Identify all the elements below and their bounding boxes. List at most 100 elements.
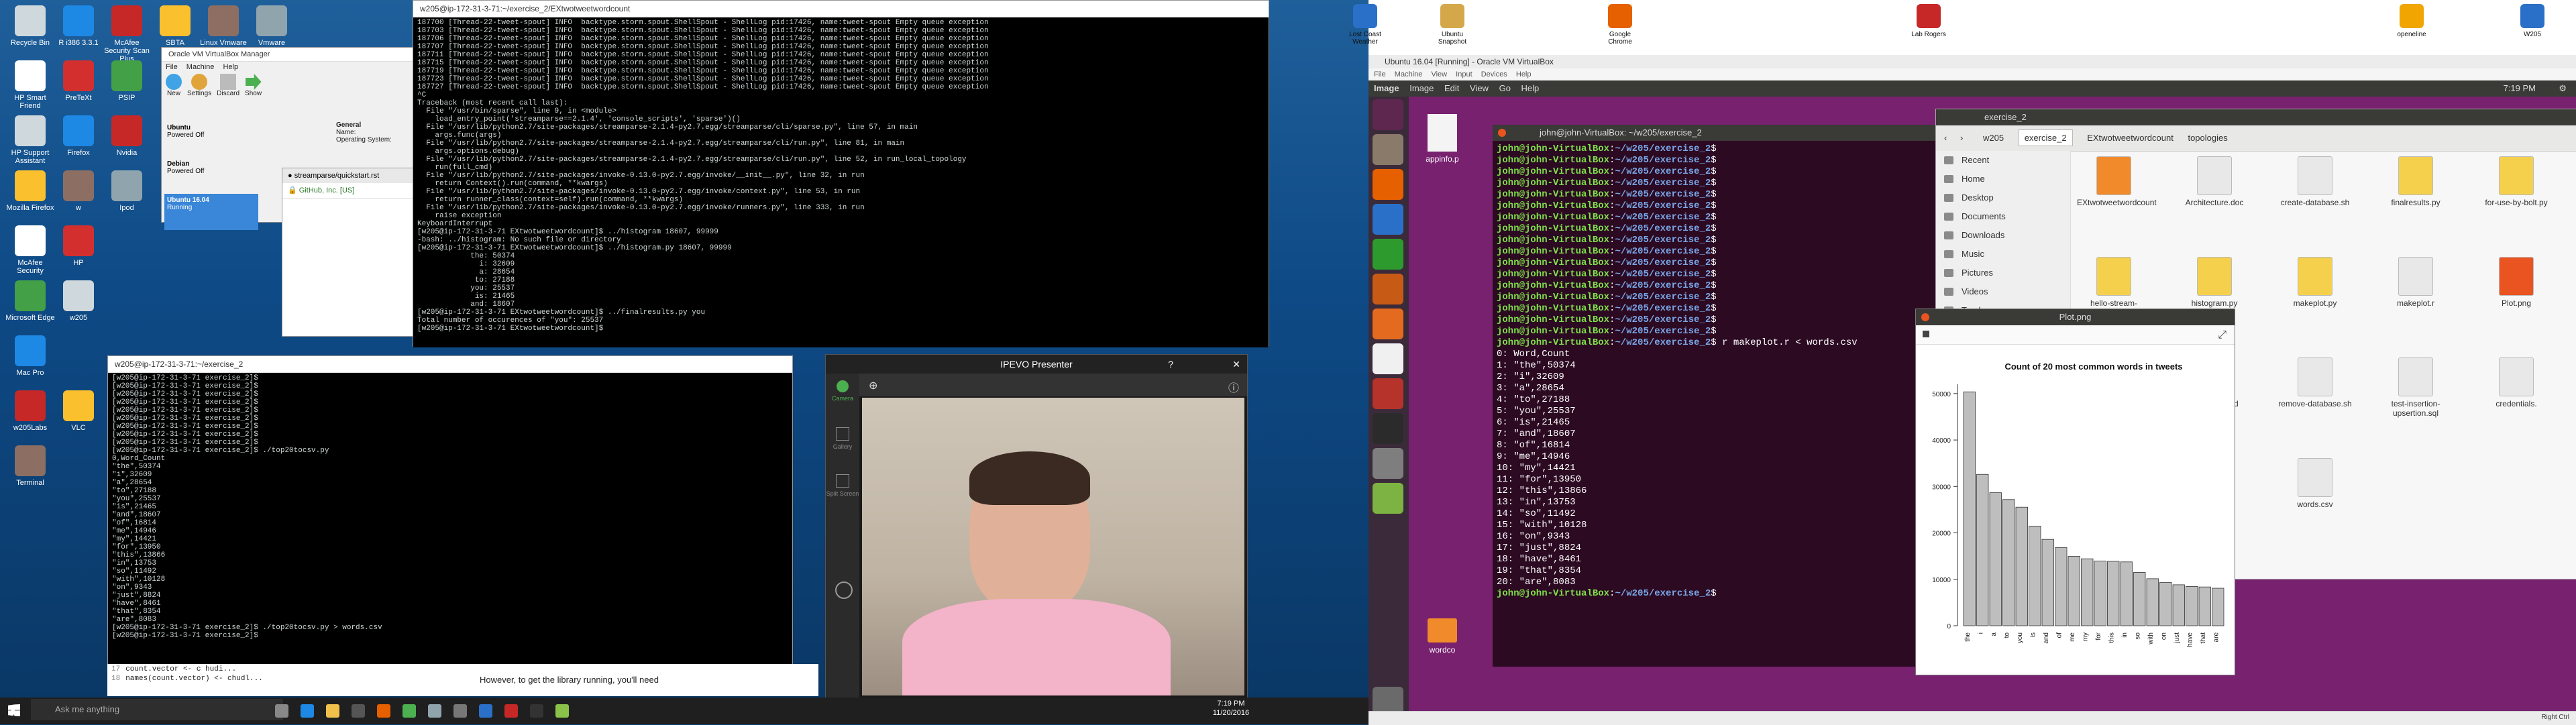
settings-icon[interactable] bbox=[835, 581, 853, 599]
split-screen-tab[interactable]: Split Screen bbox=[826, 467, 859, 514]
sidebar-place[interactable]: Videos bbox=[1936, 282, 2070, 301]
back-icon[interactable]: ‹ bbox=[1944, 125, 1947, 151]
chrome-icon[interactable] bbox=[402, 704, 416, 718]
power-icon[interactable]: ⚙ bbox=[2559, 80, 2567, 97]
text-editor-icon[interactable] bbox=[1373, 448, 1403, 479]
desktop-icon[interactable]: McAfee Security bbox=[4, 225, 56, 275]
ubuntu-terminal-window[interactable]: john@john-VirtualBox: ~/w205/exercise_2 … bbox=[1493, 125, 1935, 667]
menu-file[interactable]: File bbox=[166, 63, 178, 71]
desktop-icon[interactable]: McAfee Security Scan Plus bbox=[101, 5, 153, 63]
file-item[interactable]: create-database.sh bbox=[2278, 156, 2352, 207]
app-menu-help[interactable]: Help bbox=[1521, 83, 1540, 93]
forward-icon[interactable]: › bbox=[1960, 125, 1963, 151]
search-box[interactable]: Ask me anything bbox=[31, 699, 283, 720]
ipevo-icon[interactable] bbox=[555, 704, 569, 718]
path-w205[interactable]: w205 bbox=[1983, 133, 2004, 143]
impress-icon[interactable] bbox=[1373, 274, 1403, 304]
path-exercise-2[interactable]: exercise_2 bbox=[2018, 129, 2073, 146]
writer-icon[interactable] bbox=[1373, 204, 1403, 235]
desktop-icon[interactable]: Google Chrome bbox=[1597, 4, 1644, 46]
help-icon[interactable]: ? bbox=[1168, 355, 1173, 374]
dash-icon[interactable] bbox=[1373, 99, 1403, 130]
settings-button[interactable]: Settings bbox=[187, 74, 211, 97]
gallery-tab[interactable]: Gallery bbox=[826, 421, 859, 467]
new-button[interactable]: New bbox=[166, 74, 182, 97]
camera-tab[interactable]: Camera bbox=[826, 374, 859, 421]
vm-menu-file[interactable]: File bbox=[1374, 70, 1386, 78]
software-icon[interactable] bbox=[1373, 309, 1403, 339]
file-item[interactable]: remove-database.sh bbox=[2278, 357, 2352, 408]
firefox-icon[interactable] bbox=[377, 704, 390, 718]
menu-icon[interactable] bbox=[1923, 331, 1929, 337]
close-icon[interactable]: ✕ bbox=[1232, 355, 1240, 374]
taskbar-clock[interactable]: 7:19 PM 11/20/2016 bbox=[1208, 699, 1254, 718]
file-item[interactable]: Plot.png bbox=[2479, 257, 2553, 308]
ubuntu-terminal-output[interactable]: john@john-VirtualBox:~/w205/exercise_2$ … bbox=[1493, 141, 1935, 667]
store-icon[interactable] bbox=[352, 704, 365, 718]
file-explorer-icon[interactable] bbox=[326, 704, 339, 718]
system-settings-icon[interactable] bbox=[1373, 378, 1403, 409]
desktop-icon[interactable]: Linux Vmware bbox=[197, 5, 250, 47]
app-menu-edit[interactable]: Edit bbox=[1444, 83, 1459, 93]
file-item[interactable]: Architecture.doc bbox=[2178, 156, 2251, 207]
file-item[interactable]: test-insertion-upsertion.sql bbox=[2379, 357, 2453, 418]
file-item[interactable]: for-use-by-bolt.py bbox=[2479, 156, 2553, 207]
fullscreen-icon[interactable]: ⤢ bbox=[2218, 329, 2226, 341]
desktop-icon[interactable]: Lost Coast Weather bbox=[1342, 4, 1389, 46]
desktop-icon[interactable]: PSIP bbox=[101, 60, 153, 102]
firefox-icon[interactable] bbox=[1373, 169, 1403, 200]
vm-menu-input[interactable]: Input bbox=[1456, 70, 1472, 78]
zoom-in-icon[interactable]: ⊕ bbox=[869, 379, 877, 392]
app-menu-view[interactable]: View bbox=[1470, 83, 1489, 93]
file-item[interactable]: makeplot.r bbox=[2379, 257, 2453, 308]
sidebar-place[interactable]: Music bbox=[1936, 245, 2070, 264]
close-icon[interactable] bbox=[1921, 313, 1929, 321]
search-input[interactable]: Ask me anything bbox=[55, 704, 119, 714]
file-item[interactable]: histogram.py bbox=[2178, 257, 2251, 308]
file-item[interactable]: credentials. bbox=[2479, 357, 2553, 408]
terminal-icon[interactable] bbox=[1373, 413, 1403, 444]
terminal-icon[interactable] bbox=[530, 704, 543, 718]
edge-icon[interactable] bbox=[301, 704, 314, 718]
desktop-file[interactable]: appinfo.p bbox=[1422, 114, 1462, 164]
desktop-icon[interactable]: Mozilla Firefox bbox=[4, 170, 56, 212]
show-button[interactable]: Show bbox=[245, 74, 262, 97]
sidebar-place[interactable]: Home bbox=[1936, 170, 2070, 188]
settings-icon[interactable] bbox=[453, 704, 467, 718]
desktop-icon[interactable]: Terminal bbox=[4, 445, 56, 487]
vmware-icon[interactable] bbox=[428, 704, 441, 718]
desktop-icon[interactable]: w205 bbox=[52, 280, 105, 322]
plot-window[interactable]: Plot.png ⤢ Count of 20 most common words… bbox=[1915, 309, 2235, 675]
ipevo-window[interactable]: IPEVO Presenter ✕ ? Camera Gallery Split… bbox=[825, 354, 1248, 699]
desktop-icon[interactable]: HP Smart Friend bbox=[4, 60, 56, 110]
image-viewer-icon[interactable] bbox=[1373, 483, 1403, 514]
vm-menu-help[interactable]: Help bbox=[1516, 70, 1532, 78]
desktop-icon[interactable]: R i386 3.3.1 bbox=[52, 5, 105, 47]
sidebar-place[interactable]: Recent bbox=[1936, 151, 2070, 170]
calc-icon[interactable] bbox=[1373, 239, 1403, 270]
browser-window[interactable]: ● streamparse/quickstart.rst 🔒 GitHub, I… bbox=[282, 168, 417, 337]
sidebar-place[interactable]: Desktop bbox=[1936, 188, 2070, 207]
file-item[interactable]: words.csv bbox=[2278, 458, 2352, 509]
desktop-icon[interactable]: w bbox=[52, 170, 105, 212]
desktop-icon[interactable]: Ipod bbox=[101, 170, 153, 212]
file-item[interactable]: makeplot.py bbox=[2278, 257, 2352, 308]
top-terminal-window[interactable]: w205@ip-172-31-3-71:~/exercise_2/EXtwotw… bbox=[413, 0, 1269, 347]
desktop-icon[interactable]: HP Support Assistant bbox=[4, 115, 56, 165]
desktop-icon[interactable]: Nvidia bbox=[101, 115, 153, 157]
vm-item[interactable]: Ubuntu Powered Off bbox=[164, 121, 258, 158]
desktop-folder[interactable]: wordco bbox=[1422, 618, 1462, 655]
desktop-icon[interactable]: SBTA bbox=[149, 5, 201, 47]
desktop-icon[interactable]: W205 bbox=[2509, 4, 2556, 38]
desktop-icon[interactable]: VLC bbox=[52, 390, 105, 432]
menu-help[interactable]: Help bbox=[223, 63, 238, 71]
vm-item[interactable]: Debian Powered Off bbox=[164, 158, 258, 194]
browser-tab[interactable]: ● streamparse/quickstart.rst bbox=[282, 168, 417, 183]
close-icon[interactable] bbox=[1498, 129, 1506, 137]
browser-address-bar[interactable]: 🔒 GitHub, Inc. [US] bbox=[282, 183, 417, 199]
info-icon[interactable]: ⓘ bbox=[1228, 379, 1239, 395]
sidebar-place[interactable]: Documents bbox=[1936, 207, 2070, 226]
vm-menu-devices[interactable]: Devices bbox=[1481, 70, 1507, 78]
acrobat-icon[interactable] bbox=[504, 704, 518, 718]
desktop-icon[interactable]: Mac Pro bbox=[4, 335, 56, 377]
